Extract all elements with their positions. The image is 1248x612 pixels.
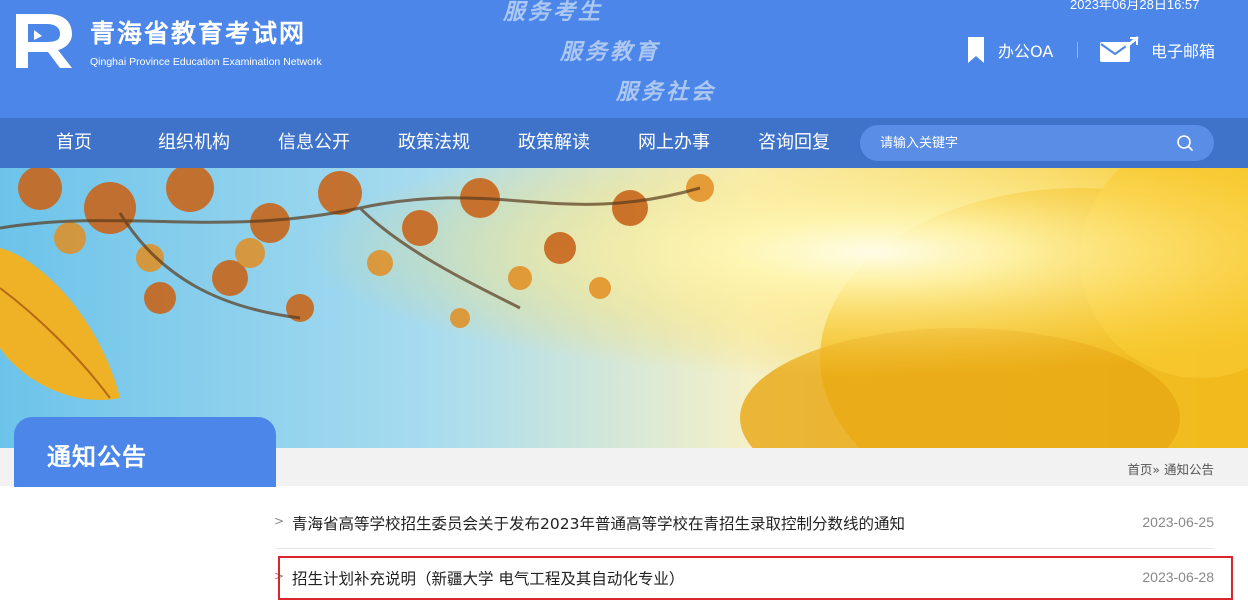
mail-icon (1100, 36, 1139, 62)
office-oa-link[interactable]: 办公OA (966, 36, 1053, 64)
news-title[interactable]: 青海省高等学校招生委员会关于发布2023年普通高等学校在青招生录取控制分数线的通… (292, 512, 905, 534)
search-box (860, 125, 1214, 161)
site-title: 青海省教育考试网 (90, 19, 307, 48)
search-icon[interactable] (1176, 134, 1194, 152)
news-item[interactable]: > 青海省高等学校招生委员会关于发布2023年普通高等学校在青招生录取控制分数线… (272, 502, 1218, 546)
search-input[interactable] (880, 125, 1160, 161)
nav-item-organization[interactable]: 组织机构 (158, 118, 230, 168)
email-label: 电子邮箱 (1151, 42, 1216, 61)
email-link[interactable]: 电子邮箱 (1099, 36, 1215, 64)
nav-item-info-disclosure[interactable]: 信息公开 (278, 118, 350, 168)
news-divider (276, 548, 1214, 549)
banner-image (0, 168, 1248, 448)
section-tab: 通知公告 (14, 417, 276, 487)
bookmark-icon (968, 37, 984, 63)
slogan-3: 服务社会 (616, 79, 717, 105)
nav-item-inquiry-reply[interactable]: 咨询回复 (758, 118, 830, 168)
site-subtitle: Qinghai Province Education Examination N… (90, 56, 322, 68)
news-date: 2023-06-25 (1142, 514, 1214, 530)
header-divider (1077, 42, 1078, 58)
current-datetime: 2023年06月28日16:57 (1070, 0, 1200, 12)
highlight-box (278, 556, 1233, 600)
nav-item-policy-interpretation[interactable]: 政策解读 (518, 118, 590, 168)
slogan-2: 服务教育 (560, 39, 661, 65)
breadcrumb[interactable]: 首页» 通知公告 (1127, 459, 1214, 478)
slogan-1: 服务考生 (503, 0, 604, 25)
section-title: 通知公告 (47, 443, 147, 471)
office-oa-label: 办公OA (998, 42, 1054, 61)
nav-item-online-services[interactable]: 网上办事 (638, 118, 710, 168)
nav-item-home[interactable]: 首页 (56, 118, 92, 168)
site-header: 青海省教育考试网 Qinghai Province Education Exam… (0, 0, 1248, 118)
main-nav: 首页 组织机构 信息公开 政策法规 政策解读 网上办事 咨询回复 (0, 118, 1248, 168)
logo-icon[interactable] (12, 10, 76, 74)
nav-item-policies[interactable]: 政策法规 (398, 118, 470, 168)
chevron-right-icon: > (274, 514, 285, 528)
